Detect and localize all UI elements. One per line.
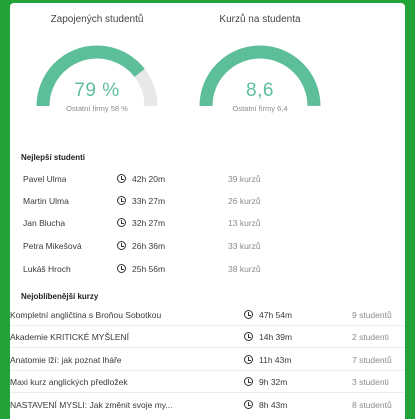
study-time: 33h 27m xyxy=(117,192,165,210)
student-name: Pavel Ulma xyxy=(23,174,67,184)
gauge-comparison: Ostatní firmy 58 % xyxy=(66,104,128,113)
clock-icon xyxy=(244,377,253,386)
course-time: 47h 54m xyxy=(244,306,292,324)
student-row[interactable]: Pavel Ulma 42h 20m 39 kurzů xyxy=(10,170,405,188)
clock-icon xyxy=(117,264,126,273)
course-row[interactable]: Akademie KRITICKÉ MYŠLENÍ 14h 39m 2 stud… xyxy=(10,328,405,346)
student-row[interactable]: Lukáš Hroch 25h 56m 38 kurzů xyxy=(10,260,405,278)
clock-icon xyxy=(117,241,126,250)
study-time: 42h 20m xyxy=(117,170,165,188)
courses-per-student-gauge: Kurzů na studenta 8,6 Ostatní firmy 6,4 xyxy=(185,3,335,133)
clock-icon xyxy=(244,355,253,364)
student-count: 8 studentů xyxy=(352,400,392,410)
course-name: Anatomie lží: jak poznat lháře xyxy=(10,355,122,365)
row-divider xyxy=(10,392,405,393)
course-name: Kompletní angličtina s Broňou Sobotkou xyxy=(10,310,162,320)
student-row[interactable]: Petra Mikešová 26h 36m 33 kurzů xyxy=(10,237,405,255)
row-divider xyxy=(10,370,405,371)
gauge-value: 79 % xyxy=(74,80,120,101)
student-count: 9 studentů xyxy=(352,310,392,320)
course-time: 8h 43m xyxy=(244,396,287,414)
student-count: 3 studenti xyxy=(352,377,389,387)
study-time: 32h 27m xyxy=(117,214,165,232)
course-time: 11h 43m xyxy=(244,351,291,369)
student-name: Martin Ulma xyxy=(23,196,69,206)
gauge-title: Zapojených studentů xyxy=(50,14,144,25)
gauge-title: Kurzů na studenta xyxy=(219,14,301,25)
course-row[interactable]: NASTAVENÍ MYSLI: Jak změnit svoje my... … xyxy=(10,396,405,414)
study-time: 25h 56m xyxy=(117,260,165,278)
clock-icon xyxy=(117,196,126,205)
popular-courses-heading: Nejoblíbenější kurzy xyxy=(21,292,99,301)
course-count: 33 kurzů xyxy=(228,241,261,251)
clock-icon xyxy=(244,310,253,319)
course-name: Maxi kurz anglických předložek xyxy=(10,377,128,387)
course-count: 13 kurzů xyxy=(228,218,261,228)
student-name: Lukáš Hroch xyxy=(23,264,71,274)
course-row[interactable]: Maxi kurz anglických předložek 9h 32m 3 … xyxy=(10,373,405,391)
course-count: 39 kurzů xyxy=(228,174,261,184)
course-row[interactable]: Kompletní angličtina s Broňou Sobotkou 4… xyxy=(10,306,405,324)
course-name: Akademie KRITICKÉ MYŠLENÍ xyxy=(10,332,130,342)
clock-icon xyxy=(244,400,253,409)
gauge-value: 8,6 xyxy=(246,80,274,101)
best-students-heading: Nejlepší studenti xyxy=(21,153,86,162)
gauge-comparison: Ostatní firmy 6,4 xyxy=(232,104,288,113)
course-row[interactable]: Anatomie lží: jak poznat lháře 11h 43m 7… xyxy=(10,351,405,369)
stats-card: Zapojených studentů 79 % Ostatní firmy 5… xyxy=(10,3,405,419)
study-time: 26h 36m xyxy=(117,237,165,255)
student-row[interactable]: Martin Ulma 33h 27m 26 kurzů xyxy=(10,192,405,210)
engaged-students-gauge: Zapojených studentů 79 % Ostatní firmy 5… xyxy=(22,3,172,133)
clock-icon xyxy=(244,332,253,341)
student-count: 2 studenti xyxy=(352,332,389,342)
row-divider xyxy=(10,325,405,326)
course-count: 26 kurzů xyxy=(228,196,261,206)
course-time: 9h 32m xyxy=(244,373,287,391)
clock-icon xyxy=(117,174,126,183)
clock-icon xyxy=(117,218,126,227)
student-count: 7 studentů xyxy=(352,355,392,365)
student-row[interactable]: Jan Blucha 32h 27m 13 kurzů xyxy=(10,214,405,232)
course-time: 14h 39m xyxy=(244,328,292,346)
student-name: Petra Mikešová xyxy=(23,241,82,251)
course-name: NASTAVENÍ MYSLI: Jak změnit svoje my... xyxy=(10,400,173,410)
row-divider xyxy=(10,347,405,348)
course-count: 38 kurzů xyxy=(228,264,261,274)
student-name: Jan Blucha xyxy=(23,218,66,228)
